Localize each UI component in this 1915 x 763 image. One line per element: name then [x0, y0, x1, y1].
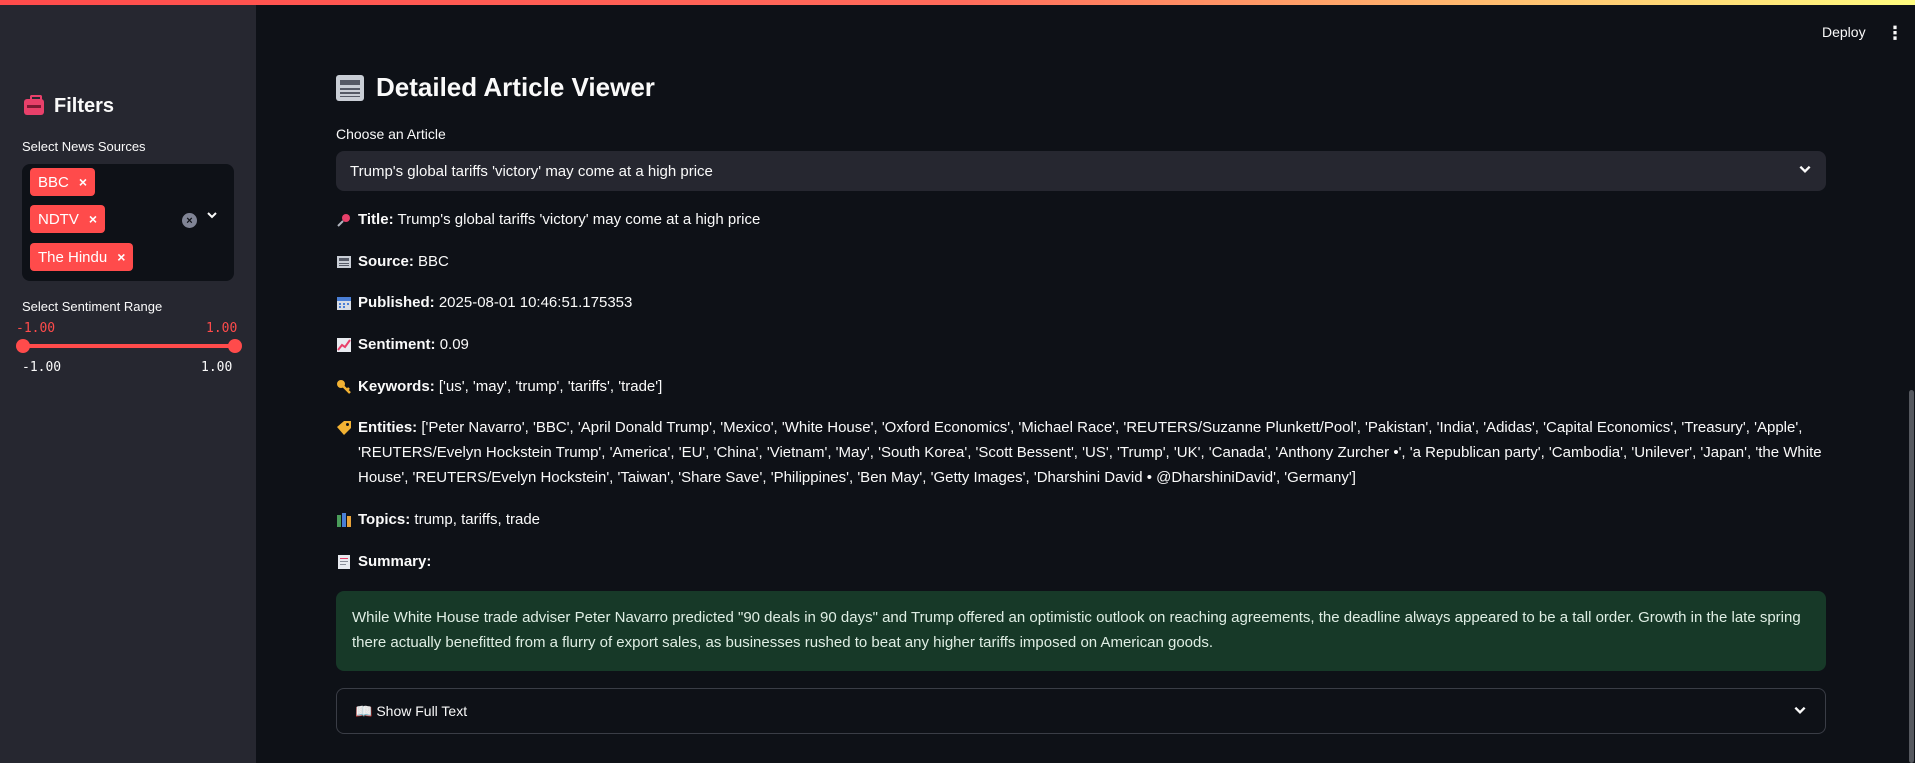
- chevron-down-icon: [1798, 162, 1812, 180]
- books-icon: [336, 511, 352, 527]
- source-label: Source:: [358, 253, 414, 270]
- entities-value: ['Peter Navarro', 'BBC', 'April Donald T…: [358, 419, 1822, 486]
- page-scrollbar[interactable]: [1909, 390, 1914, 763]
- page-title-text: Detailed Article Viewer: [376, 72, 655, 102]
- memo-icon: [336, 553, 352, 569]
- field-source: Source: BBC: [336, 249, 1826, 274]
- sentiment-label: Select Sentiment Range: [22, 299, 163, 314]
- chip-label: NDTV: [38, 210, 79, 228]
- sentiment-field-label: Sentiment:: [358, 336, 436, 353]
- main-content: Deploy ⋮ Detailed Article Viewer Choose …: [256, 0, 1915, 763]
- sentiment-slider-min-handle[interactable]: [16, 339, 30, 353]
- sidebar-heading: Filters: [24, 94, 115, 118]
- keywords-value: ['us', 'may', 'trump', 'tariffs', 'trade…: [438, 378, 663, 395]
- summary-box: While White House trade adviser Peter Na…: [336, 591, 1826, 671]
- field-sentiment: Sentiment: 0.09: [336, 332, 1826, 357]
- topics-label: Topics:: [358, 511, 411, 528]
- published-value: 2025-08-01 10:46:51.175353: [438, 294, 633, 311]
- field-published: Published: 2025-08-01 10:46:51.175353: [336, 290, 1826, 315]
- source-chip-the-hindu: The Hindu ×: [30, 243, 134, 271]
- chip-remove-icon[interactable]: ×: [79, 174, 87, 190]
- top-decoration-bar: [0, 0, 1915, 5]
- pushpin-icon: [336, 211, 352, 227]
- label-icon: [336, 419, 352, 435]
- field-summary: Summary:: [336, 549, 1826, 574]
- published-label: Published:: [358, 294, 435, 311]
- chip-remove-icon[interactable]: ×: [117, 249, 125, 265]
- chip-label: The Hindu: [38, 248, 108, 266]
- summary-label: Summary:: [358, 553, 432, 570]
- calendar-icon: [336, 294, 352, 310]
- article-select-value: Trump's global tariffs 'victory' may com…: [350, 162, 713, 180]
- field-keywords: Keywords: ['us', 'may', 'trump', 'tariff…: [336, 374, 1826, 399]
- source-chip-ndtv: NDTV ×: [30, 205, 106, 233]
- sidebar: Filters Select News Sources BBC × NDTV ×…: [0, 0, 256, 763]
- chip-remove-icon[interactable]: ×: [89, 211, 97, 227]
- newspaper-icon: [336, 253, 352, 269]
- chip-label: BBC: [38, 173, 69, 191]
- deploy-button[interactable]: Deploy: [1822, 24, 1866, 40]
- sentiment-slider-max-handle[interactable]: [228, 339, 242, 353]
- chevron-down-icon: [1793, 703, 1807, 720]
- slider-range-min: -1.00: [22, 360, 62, 375]
- key-icon: [336, 378, 352, 394]
- source-value: BBC: [418, 253, 449, 270]
- sentiment-slider-track[interactable]: [22, 344, 234, 348]
- sidebar-heading-text: Filters: [54, 95, 115, 117]
- entities-label: Entities:: [358, 419, 418, 436]
- show-full-text-expander[interactable]: 📖 Show Full Text: [336, 688, 1826, 734]
- slider-min-value: -1.00: [16, 321, 56, 336]
- source-chip-bbc: BBC ×: [30, 168, 96, 196]
- newspaper-icon: [336, 74, 364, 101]
- clear-icon[interactable]: ×: [182, 213, 197, 228]
- keywords-label: Keywords:: [358, 378, 435, 395]
- article-select[interactable]: Trump's global tariffs 'victory' may com…: [336, 151, 1826, 191]
- chart-up-icon: [336, 336, 352, 352]
- field-topics: Topics: trump, tariffs, trade: [336, 507, 1826, 532]
- topics-value: trump, tariffs, trade: [414, 511, 541, 528]
- slider-max-value: 1.00: [206, 321, 238, 336]
- kebab-menu-icon[interactable]: ⋮: [1886, 24, 1904, 42]
- choose-article-label: Choose an Article: [336, 126, 446, 142]
- expander-label: 📖 Show Full Text: [355, 702, 468, 719]
- field-title: Title: Trump's global tariffs 'victory' …: [336, 207, 1826, 232]
- page-title: Detailed Article Viewer: [336, 72, 655, 103]
- field-entities: Entities: ['Peter Navarro', 'BBC', 'Apri…: [336, 415, 1826, 490]
- slider-range-max: 1.00: [201, 360, 233, 375]
- title-value: Trump's global tariffs 'victory' may com…: [397, 211, 761, 228]
- sources-label: Select News Sources: [22, 139, 146, 154]
- toolbox-icon: [24, 94, 44, 115]
- title-label: Title:: [358, 211, 394, 228]
- sentiment-value: 0.09: [439, 336, 469, 353]
- chevron-down-icon[interactable]: [206, 208, 218, 224]
- news-sources-multiselect[interactable]: BBC × NDTV × The Hindu × ×: [22, 164, 234, 281]
